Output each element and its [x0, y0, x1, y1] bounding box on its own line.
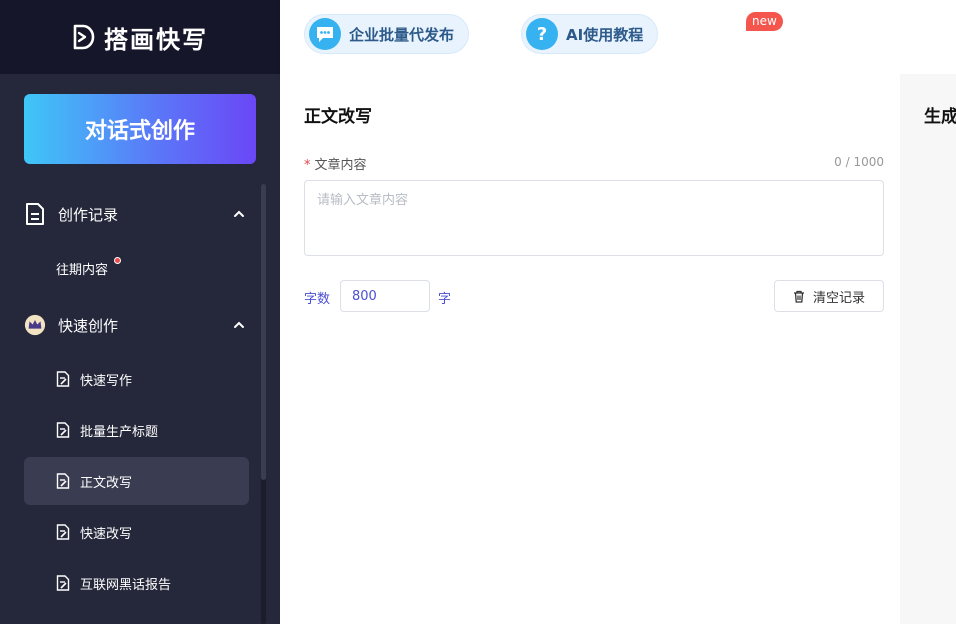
- sidebar-item-label: 正文改写: [80, 475, 133, 491]
- new-badge: new: [746, 12, 783, 31]
- edit-doc-icon: [56, 371, 70, 387]
- pill-label: 企业批量代发布: [349, 25, 455, 44]
- edit-doc-icon: [56, 473, 70, 489]
- sidebar-item-batch-titles[interactable]: 批量生产标题: [24, 406, 249, 454]
- char-counter: 0 / 1000: [834, 155, 884, 169]
- dialog-creation-button[interactable]: 对话式创作: [24, 94, 256, 164]
- sidebar-item-quick-writing[interactable]: 快速写作: [24, 355, 249, 403]
- generate-title: 生成: [924, 107, 956, 127]
- required-mark: *: [304, 158, 311, 173]
- article-content-input[interactable]: [304, 180, 884, 256]
- sidebar-scrollbar-thumb[interactable]: [261, 184, 266, 480]
- group-quick-creation[interactable]: 快速创作: [24, 307, 252, 343]
- top-header: 企业批量代发布 new ? AI使用教程: [280, 0, 956, 74]
- sidebar-item-quick-rewrite[interactable]: 快速改写: [24, 508, 249, 556]
- chevron-up-icon: [234, 321, 244, 328]
- enterprise-publish-button[interactable]: 企业批量代发布: [304, 14, 470, 54]
- page-title: 正文改写: [304, 107, 372, 127]
- clear-records-label: 清空记录: [812, 290, 865, 306]
- question-icon: ?: [526, 18, 558, 50]
- sidebar-item-label: 互联网黑话报告: [80, 577, 172, 593]
- generate-panel: 生成: [900, 74, 956, 624]
- sidebar-item-label: 快速写作: [80, 373, 133, 389]
- word-count-input[interactable]: [340, 280, 430, 312]
- sidebar-item-label: 批量生产标题: [80, 424, 159, 440]
- word-count-label: 字数: [304, 292, 331, 307]
- document-icon: [24, 202, 46, 226]
- chevron-up-icon: [234, 210, 244, 217]
- logo-mark-icon: [73, 24, 95, 50]
- trash-icon: [793, 290, 804, 303]
- group-label: 创作记录: [58, 205, 119, 224]
- pill-label: AI使用教程: [566, 25, 644, 44]
- sidebar-item-jargon-report[interactable]: 互联网黑话报告: [24, 559, 249, 607]
- edit-doc-icon: [56, 575, 70, 591]
- clear-records-button[interactable]: 清空记录: [774, 280, 884, 312]
- chat-bubble-icon: [309, 18, 341, 50]
- article-content-label: * 文章内容: [304, 154, 367, 173]
- edit-doc-icon: [56, 524, 70, 540]
- sidebar-item-label: 往期内容: [56, 263, 109, 278]
- sidebar: 搭画快写 对话式创作 创作记录 往期内容 快速创作 快速写作 批量生产标题 正文…: [0, 0, 280, 624]
- group-label: 快速创作: [58, 316, 119, 335]
- group-creation-records[interactable]: 创作记录: [24, 196, 252, 232]
- ai-tutorial-button[interactable]: ? AI使用教程: [521, 14, 659, 54]
- edit-doc-icon: [56, 422, 70, 438]
- field-label-text: 文章内容: [314, 158, 367, 173]
- sidebar-item-past-content[interactable]: 往期内容: [56, 259, 108, 278]
- sidebar-item-label: 快速改写: [80, 526, 133, 542]
- app-name: 搭画快写: [104, 25, 208, 54]
- logo[interactable]: 搭画快写: [0, 0, 280, 74]
- rewrite-panel: 正文改写 *文章内容 0 / 1000 字数 字 清空记录: [280, 74, 900, 624]
- notification-dot: [114, 257, 121, 264]
- sidebar-item-body-rewrite[interactable]: 正文改写: [24, 457, 249, 505]
- word-count-unit: 字: [438, 292, 452, 307]
- crown-icon: [24, 313, 46, 337]
